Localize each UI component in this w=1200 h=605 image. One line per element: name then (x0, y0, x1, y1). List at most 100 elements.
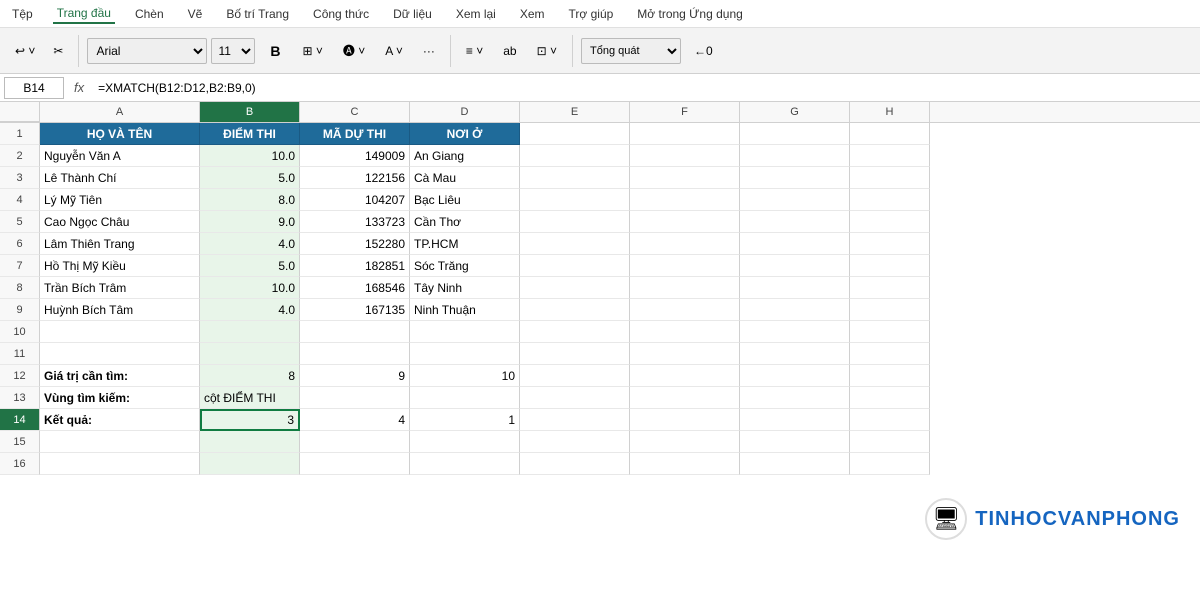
row-number-8[interactable]: 8 (0, 277, 40, 299)
cell-D15[interactable] (410, 431, 520, 453)
col-header-G[interactable]: G (740, 102, 850, 122)
cell-H5[interactable] (850, 211, 930, 233)
cell-F16[interactable] (630, 453, 740, 475)
cell-H13[interactable] (850, 387, 930, 409)
cell-B14[interactable]: 3 (200, 409, 300, 431)
cell-B12[interactable]: 8 (200, 365, 300, 387)
font-color-button[interactable]: A ˅ (378, 35, 410, 67)
cell-A13[interactable]: Vùng tìm kiếm: (40, 387, 200, 409)
cell-A9[interactable]: Huỳnh Bích Tâm (40, 299, 200, 321)
cell-B15[interactable] (200, 431, 300, 453)
wrap-button[interactable]: ab (496, 35, 523, 67)
more-button[interactable]: ··· (416, 35, 442, 67)
cell-D2[interactable]: An Giang (410, 145, 520, 167)
row-number-16[interactable]: 16 (0, 453, 40, 475)
row-number-10[interactable]: 10 (0, 321, 40, 343)
cell-C12[interactable]: 9 (300, 365, 410, 387)
menu-insert[interactable]: Chèn (131, 5, 168, 23)
cell-G8[interactable] (740, 277, 850, 299)
cell-A2[interactable]: Nguyễn Văn A (40, 145, 200, 167)
menu-review[interactable]: Xem lại (452, 5, 500, 23)
cell-H1[interactable] (850, 123, 930, 145)
cell-H14[interactable] (850, 409, 930, 431)
cell-E16[interactable] (520, 453, 630, 475)
cell-G5[interactable] (740, 211, 850, 233)
row-number-6[interactable]: 6 (0, 233, 40, 255)
cell-D1[interactable]: NƠI Ở (410, 123, 520, 145)
align-button[interactable]: ≡ ˅ (459, 35, 490, 67)
row-number-4[interactable]: 4 (0, 189, 40, 211)
cell-D14[interactable]: 1 (410, 409, 520, 431)
cell-D16[interactable] (410, 453, 520, 475)
cell-reference-input[interactable] (4, 77, 64, 99)
row-number-9[interactable]: 9 (0, 299, 40, 321)
cell-B5[interactable]: 9.0 (200, 211, 300, 233)
indent-button[interactable]: ←0 (687, 35, 720, 67)
cell-D5[interactable]: Cần Thơ (410, 211, 520, 233)
cell-A1[interactable]: HỌ VÀ TÊN (40, 123, 200, 145)
cell-A12[interactable]: Giá trị cần tìm: (40, 365, 200, 387)
cell-E6[interactable] (520, 233, 630, 255)
cell-C14[interactable]: 4 (300, 409, 410, 431)
row-number-11[interactable]: 11 (0, 343, 40, 365)
cell-G2[interactable] (740, 145, 850, 167)
cell-A10[interactable] (40, 321, 200, 343)
cell-C13[interactable] (300, 387, 410, 409)
cell-E5[interactable] (520, 211, 630, 233)
cell-A3[interactable]: Lê Thành Chí (40, 167, 200, 189)
cell-E2[interactable] (520, 145, 630, 167)
row-number-2[interactable]: 2 (0, 145, 40, 167)
fill-color-button[interactable]: 🅐 ˅ (336, 35, 372, 67)
merge-button[interactable]: ⊡ ˅ (530, 35, 564, 67)
cell-A16[interactable] (40, 453, 200, 475)
cell-A15[interactable] (40, 431, 200, 453)
cell-G9[interactable] (740, 299, 850, 321)
menu-layout[interactable]: Bố trí Trang (222, 5, 293, 23)
cell-E8[interactable] (520, 277, 630, 299)
cell-D3[interactable]: Cà Mau (410, 167, 520, 189)
cell-G11[interactable] (740, 343, 850, 365)
cell-D7[interactable]: Sóc Trăng (410, 255, 520, 277)
cell-F13[interactable] (630, 387, 740, 409)
cell-C10[interactable] (300, 321, 410, 343)
cell-F11[interactable] (630, 343, 740, 365)
cell-C3[interactable]: 122156 (300, 167, 410, 189)
cell-G7[interactable] (740, 255, 850, 277)
cell-D13[interactable] (410, 387, 520, 409)
menu-home[interactable]: Trang đầu (53, 4, 115, 24)
cell-D9[interactable]: Ninh Thuận (410, 299, 520, 321)
cell-F8[interactable] (630, 277, 740, 299)
cell-F15[interactable] (630, 431, 740, 453)
cell-B10[interactable] (200, 321, 300, 343)
cell-H10[interactable] (850, 321, 930, 343)
cell-B9[interactable]: 4.0 (200, 299, 300, 321)
bold-button[interactable]: B (261, 35, 289, 67)
row-number-12[interactable]: 12 (0, 365, 40, 387)
redo-button[interactable]: ✂ (46, 35, 70, 67)
cell-G13[interactable] (740, 387, 850, 409)
font-name-select[interactable]: Arial (87, 38, 207, 64)
cell-H2[interactable] (850, 145, 930, 167)
cell-G14[interactable] (740, 409, 850, 431)
row-number-7[interactable]: 7 (0, 255, 40, 277)
cell-D6[interactable]: TP.HCM (410, 233, 520, 255)
menu-file[interactable]: Tệp (8, 5, 37, 23)
cell-H15[interactable] (850, 431, 930, 453)
cell-B2[interactable]: 10.0 (200, 145, 300, 167)
cell-E11[interactable] (520, 343, 630, 365)
cell-G15[interactable] (740, 431, 850, 453)
cell-G16[interactable] (740, 453, 850, 475)
cell-D4[interactable]: Bạc Liêu (410, 189, 520, 211)
menu-formula[interactable]: Công thức (309, 5, 373, 23)
cell-G1[interactable] (740, 123, 850, 145)
cell-C8[interactable]: 168546 (300, 277, 410, 299)
cell-B6[interactable]: 4.0 (200, 233, 300, 255)
font-size-select[interactable]: 11 (211, 38, 255, 64)
cell-E14[interactable] (520, 409, 630, 431)
cell-E7[interactable] (520, 255, 630, 277)
cell-C2[interactable]: 149009 (300, 145, 410, 167)
row-number-3[interactable]: 3 (0, 167, 40, 189)
cell-A4[interactable]: Lý Mỹ Tiên (40, 189, 200, 211)
cell-H4[interactable] (850, 189, 930, 211)
cell-A8[interactable]: Trần Bích Trâm (40, 277, 200, 299)
